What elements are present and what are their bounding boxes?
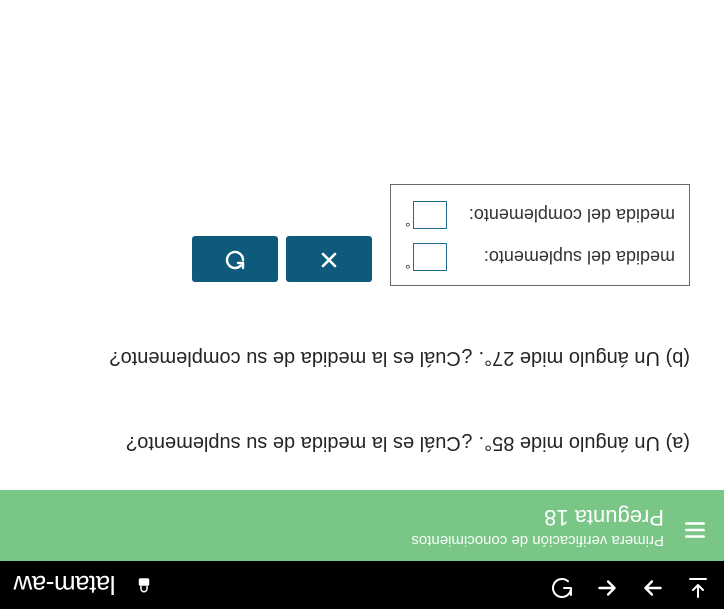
refresh-icon[interactable]	[550, 570, 574, 601]
browser-status-bar: latam-aw	[0, 561, 724, 609]
question-a: (a) Un ángulo mide 85°. ¿Cuál es la medi…	[28, 429, 690, 456]
degree-symbol: °	[405, 215, 411, 229]
reset-icon	[223, 246, 247, 273]
back-arrow-icon[interactable]	[594, 569, 620, 602]
url-fragment[interactable]: latam-aw	[14, 570, 115, 601]
close-icon	[317, 246, 341, 273]
forward-arrow-icon[interactable]	[640, 569, 666, 602]
download-icon	[686, 570, 710, 601]
complemento-label: medida del complemento:	[469, 203, 675, 227]
suplemento-label: medida del suplemento:	[484, 245, 675, 269]
app-header: Primera verificación de conocimientos Pr…	[0, 490, 724, 561]
hamburger-icon[interactable]	[682, 512, 708, 543]
lock-icon	[135, 570, 153, 601]
complemento-input[interactable]	[413, 201, 447, 229]
degree-symbol: °	[405, 257, 411, 271]
header-subtitle: Primera verificación de conocimientos	[411, 532, 664, 549]
clear-button[interactable]	[286, 236, 372, 282]
question-b: (b) Un ángulo mide 27°. ¿Cuál es la medi…	[28, 344, 690, 371]
question-content: (a) Un ángulo mide 85°. ¿Cuál es la medi…	[0, 184, 724, 490]
suplemento-input[interactable]	[413, 243, 447, 271]
header-title: Pregunta 18	[411, 504, 664, 530]
reset-button[interactable]	[192, 236, 278, 282]
answer-box: medida del suplemento: ° medida del comp…	[390, 184, 690, 286]
